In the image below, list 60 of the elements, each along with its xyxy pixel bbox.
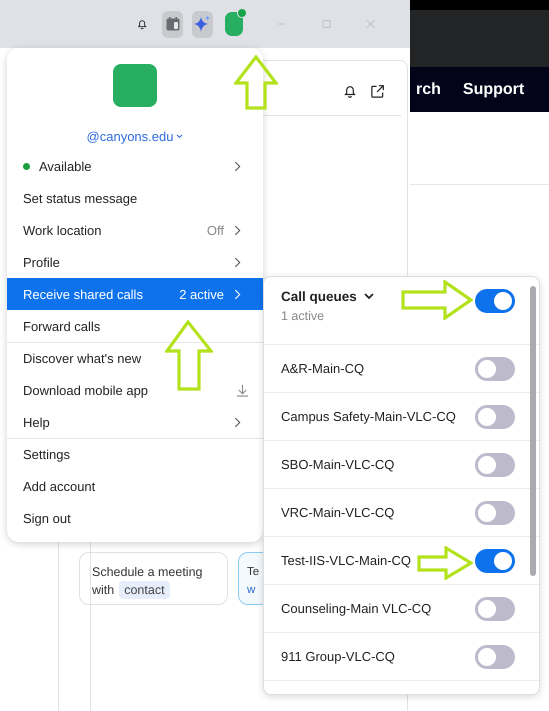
menu-item[interactable]: Help xyxy=(7,406,263,438)
menu-item[interactable]: Profile xyxy=(7,246,263,278)
calendar-button[interactable] xyxy=(162,10,184,38)
assistant-button[interactable] xyxy=(192,10,213,38)
caret-icon xyxy=(364,293,374,300)
avatar xyxy=(113,64,157,107)
nav-link[interactable]: Support xyxy=(462,80,524,98)
chevron-icon xyxy=(234,256,241,268)
queue-name: A&R-Main-CQ xyxy=(281,361,364,376)
annotation-arrow xyxy=(417,546,473,580)
account-switcher[interactable]: @canyons.edu xyxy=(7,126,263,146)
status-dot xyxy=(23,162,30,170)
menu-item[interactable]: Discover what's new xyxy=(7,343,263,374)
card-text: w xyxy=(247,583,256,598)
chevron-icon xyxy=(234,160,241,172)
download-icon xyxy=(236,384,249,396)
queue-name: Campus Safety-Main-VLC-CQ xyxy=(281,409,456,424)
toggle-switch[interactable] xyxy=(475,500,515,524)
annotation-arrow xyxy=(234,55,278,111)
scrollbar[interactable] xyxy=(530,286,536,576)
menu-item[interactable]: Add account xyxy=(7,470,263,502)
toggle-switch[interactable] xyxy=(475,356,515,380)
menu-item[interactable]: Forward calls xyxy=(7,310,263,342)
active-count: 1 active xyxy=(281,309,326,323)
queue-name: SBO-Main-VLC-CQ xyxy=(281,457,394,472)
menu-item[interactable]: Settings xyxy=(7,439,263,470)
maximize-icon[interactable] xyxy=(322,18,331,30)
queue-name: 911 Group-VLC-CQ xyxy=(281,649,395,664)
card-text: Te xyxy=(247,565,260,580)
caret-icon xyxy=(176,134,184,138)
menu-item[interactable]: Work location Off xyxy=(7,214,263,246)
queue-name: Test-IIS-VLC-Main-CQ xyxy=(281,553,412,568)
chevron-icon xyxy=(234,224,241,236)
bell-icon[interactable] xyxy=(342,83,358,99)
annotation-arrow xyxy=(165,320,213,392)
toggle-switch[interactable] xyxy=(475,404,515,428)
suggestion-card[interactable]: Schedule a meeting with contact xyxy=(79,552,228,605)
toggle-switch[interactable] xyxy=(475,548,515,572)
section-toggle[interactable]: Call queues xyxy=(281,289,374,304)
queue-name: Counseling-Main VLC-CQ xyxy=(281,601,432,616)
card-text: with xyxy=(92,582,114,599)
menu-item[interactable]: Set status message xyxy=(7,182,263,214)
toggle-switch[interactable] xyxy=(475,289,515,313)
annotation-arrow xyxy=(401,280,473,320)
menu-item[interactable]: Download mobile app xyxy=(7,374,263,406)
external-link-icon[interactable] xyxy=(370,84,385,98)
nav-link[interactable]: rch xyxy=(416,80,441,98)
toggle-switch[interactable] xyxy=(475,452,515,476)
toggle-switch[interactable] xyxy=(475,596,515,620)
chevron-icon xyxy=(234,416,241,428)
chevron-icon xyxy=(234,288,241,300)
menu-item[interactable]: Receive shared calls 2 active xyxy=(7,278,263,310)
toggle-switch[interactable] xyxy=(475,644,515,668)
menu-item[interactable]: Sign out xyxy=(7,502,263,534)
contact-chip[interactable]: contact xyxy=(119,581,170,599)
close-icon[interactable] xyxy=(366,18,376,30)
calendar-icon xyxy=(164,16,181,32)
card-text: Schedule a meeting xyxy=(92,564,202,581)
menu-item[interactable]: Available xyxy=(7,150,263,182)
queue-name: VRC-Main-VLC-CQ xyxy=(281,505,394,520)
